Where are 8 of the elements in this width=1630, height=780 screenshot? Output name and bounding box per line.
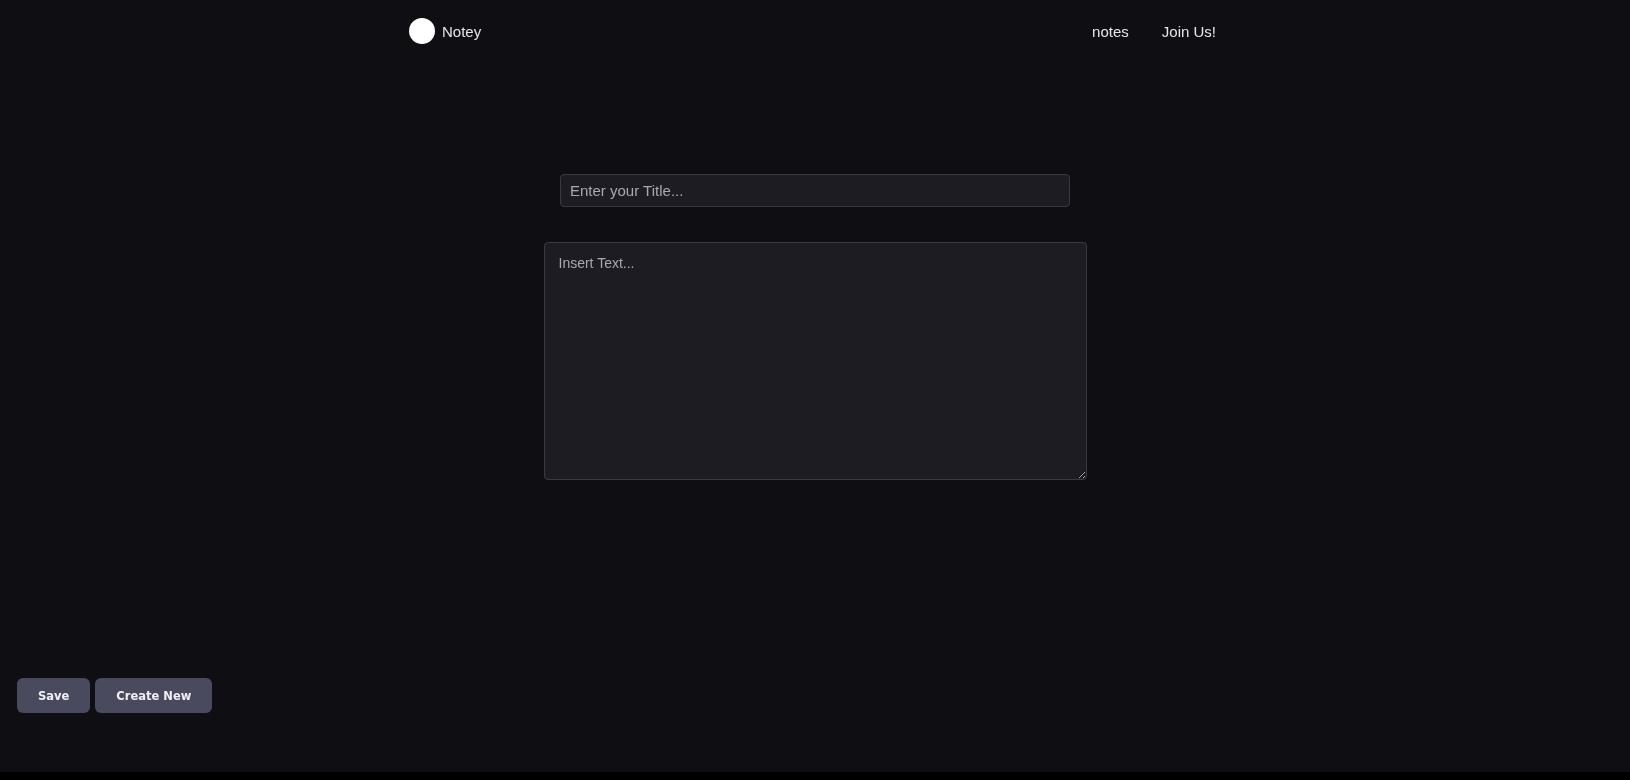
logo-circle-icon: [409, 18, 435, 44]
nav-link[interactable]: Join Us!: [1161, 22, 1216, 40]
title-input-field[interactable]: Enter your Title...: [560, 174, 1070, 207]
brand-name: Notey: [442, 22, 482, 40]
nav-link[interactable]: notes: [1092, 22, 1129, 40]
note-text-area[interactable]: Insert Text...: [543, 242, 1087, 480]
create-new-button[interactable]: Create New: [95, 678, 213, 713]
save-button[interactable]: Save: [17, 678, 91, 713]
